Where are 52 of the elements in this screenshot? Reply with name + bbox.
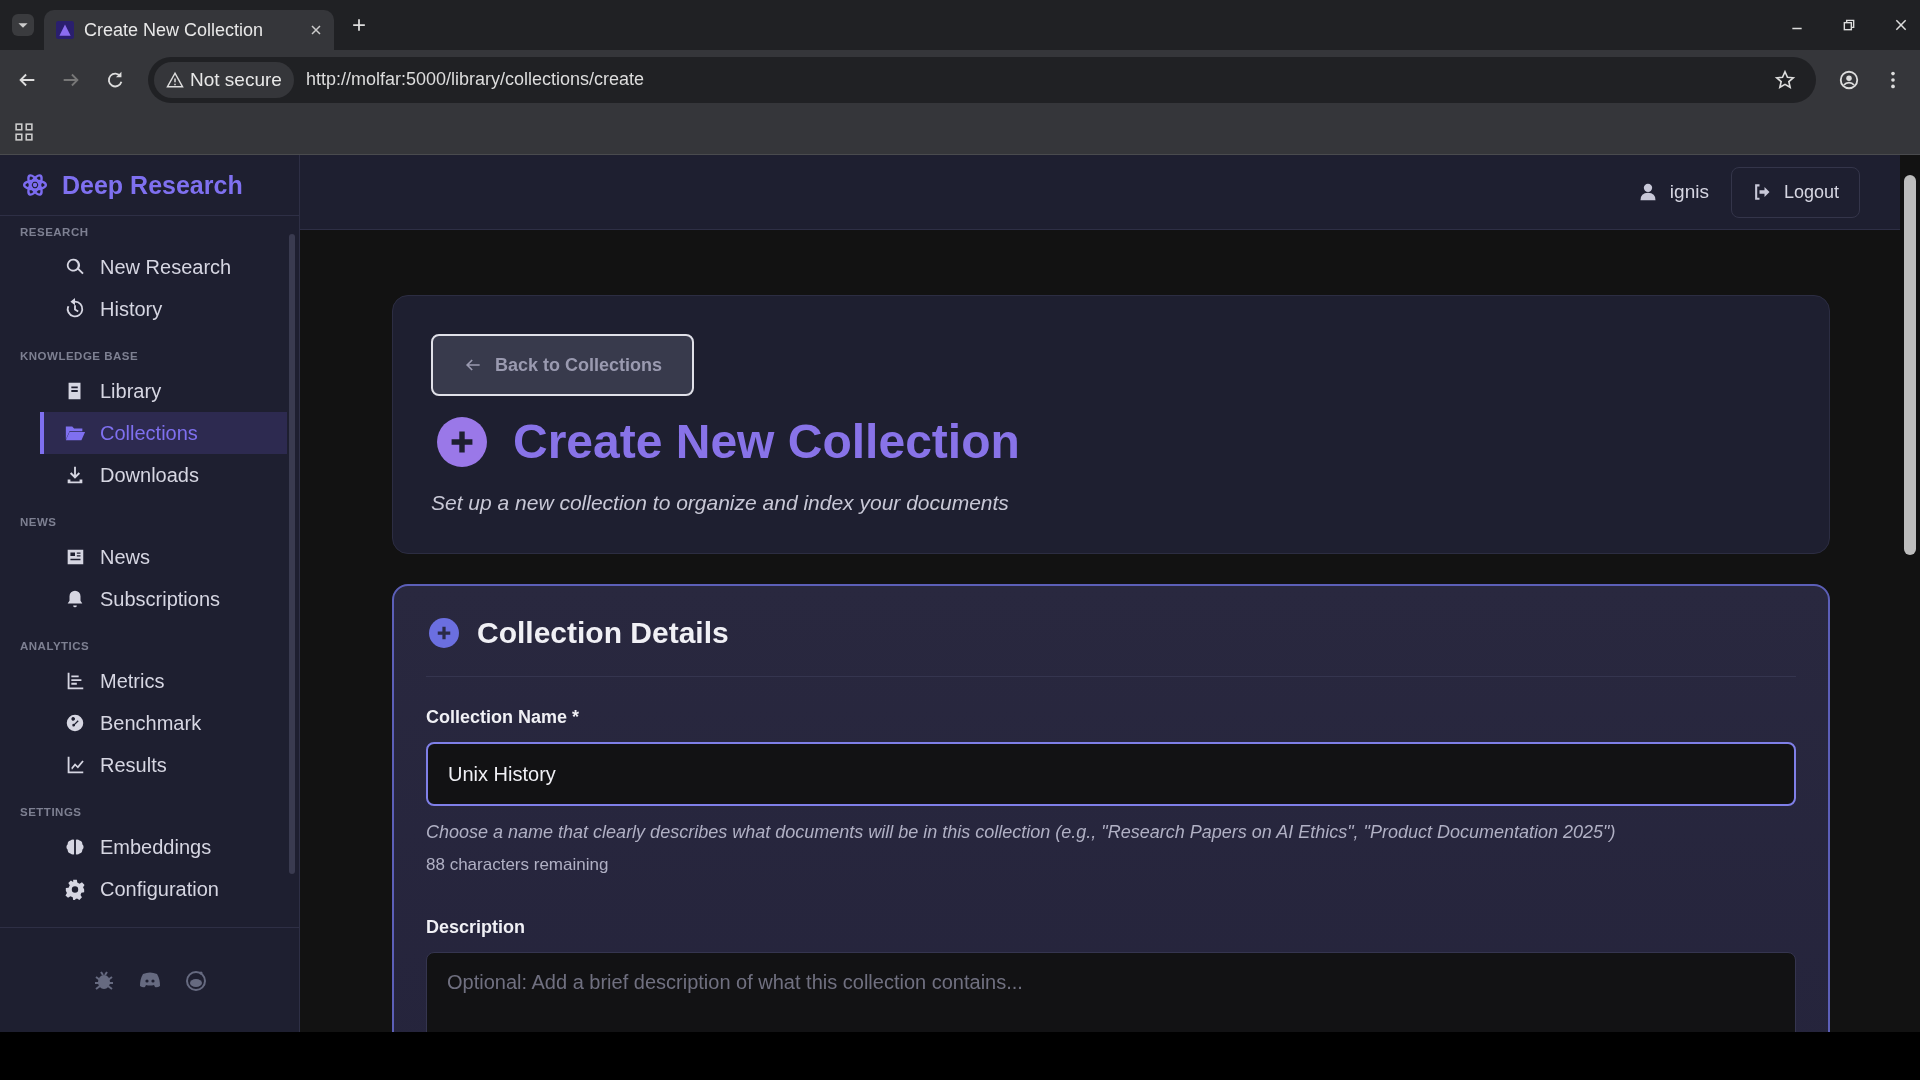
character-count: 88 characters remaining <box>426 855 610 875</box>
brand-name[interactable]: Deep Research <box>62 170 243 200</box>
sidebar-item[interactable]: Collections <box>40 412 287 454</box>
browser-tab[interactable]: Create New Collection <box>44 10 334 50</box>
sidebar-item[interactable]: Subscriptions <box>0 578 287 620</box>
help-text: Choose a name that clearly describes what documents will be in this collection (e.g., "Research Papers on AI Ethics", "Product Documentation 2025") <box>426 822 1617 843</box>
close-icon[interactable] <box>310 24 322 36</box>
sidebar-item[interactable]: News <box>0 536 287 578</box>
profile-icon[interactable] <box>1838 68 1860 91</box>
sidebar-item[interactable]: New Research <box>0 246 287 288</box>
section-heading: RESEARCH <box>19 225 90 240</box>
sidebar-item[interactable]: Configuration <box>0 868 287 910</box>
name-field[interactable]: Unix History <box>426 742 1796 806</box>
section-heading: SETTINGS <box>19 805 83 820</box>
restore-icon[interactable] <box>1842 18 1856 32</box>
close-icon[interactable] <box>1894 18 1908 32</box>
form-title: Collection Details <box>477 616 729 650</box>
apps-icon[interactable] <box>15 122 33 141</box>
logout-button[interactable]: Logout <box>1730 166 1860 218</box>
back-button[interactable]: Back to Collections <box>431 334 695 396</box>
section-heading: ANALYTICS <box>19 639 91 654</box>
sidebar-item[interactable]: Library <box>0 370 287 412</box>
field-label: Collection Name * <box>426 707 581 728</box>
sidebar-item[interactable]: Downloads <box>0 454 287 496</box>
new-tab-icon[interactable] <box>352 18 366 32</box>
section-heading: KNOWLEDGE BASE <box>19 349 140 364</box>
page-subtitle: Set up a new collection to organize and index your documents <box>431 491 1010 515</box>
description-field[interactable]: Optional: Add a brief description of what this collection contains... <box>426 952 1796 1032</box>
star-icon[interactable] <box>1774 68 1796 91</box>
gauge-icon <box>64 712 86 734</box>
username: ignis <box>1669 181 1709 203</box>
sidebar-item[interactable]: Embeddings <box>0 826 287 868</box>
favicon-icon <box>56 21 74 39</box>
tab-list-icon[interactable] <box>12 14 34 36</box>
atom-icon <box>22 172 48 198</box>
url-text: http://molfar:5000/library/collections/create <box>305 69 645 91</box>
sidebar-item[interactable]: History <box>0 288 287 330</box>
address-bar[interactable]: Not secure http://molfar:5000/library/collections/create <box>148 56 1816 103</box>
sidebar-item[interactable]: Metrics <box>0 660 287 702</box>
sidebar-item[interactable]: Benchmark <box>0 702 287 744</box>
security-chip[interactable]: Not secure <box>154 61 294 98</box>
warning-icon <box>166 70 184 89</box>
history-icon <box>64 298 86 320</box>
page-title: Create New Collection <box>513 414 1020 469</box>
plus-circle-icon <box>429 618 459 648</box>
field-label: Description <box>426 917 527 938</box>
sidebar-item[interactable]: Results <box>0 744 287 786</box>
tab-title: Create New Collection <box>84 19 265 41</box>
gear-icon <box>64 878 86 900</box>
scrollbar[interactable] <box>289 234 295 874</box>
section-heading: NEWS <box>19 515 58 530</box>
plus-circle-icon <box>437 416 487 467</box>
